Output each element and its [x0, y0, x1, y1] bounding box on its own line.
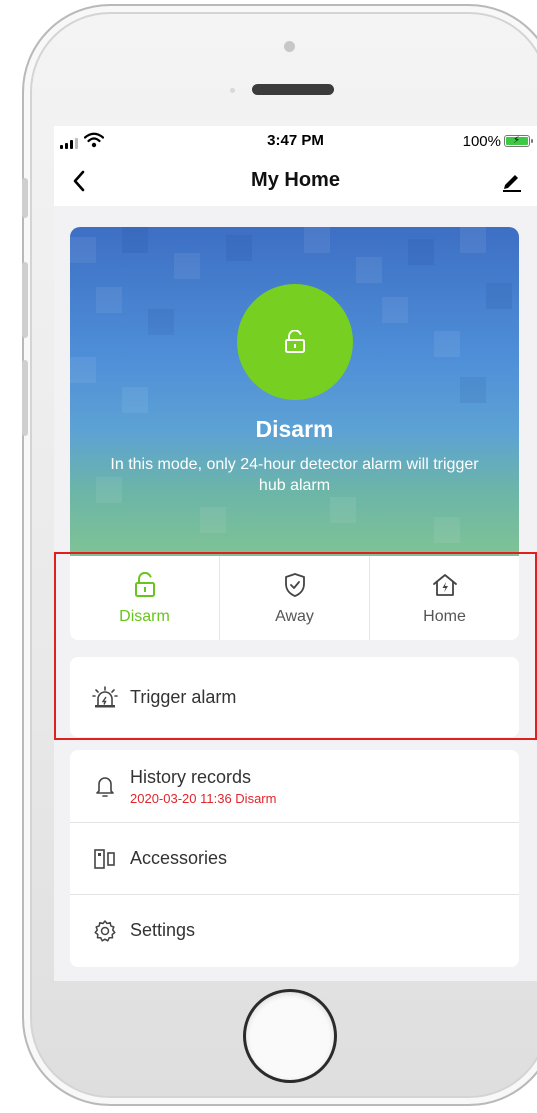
settings-row[interactable]: Settings — [70, 894, 519, 966]
history-records-label: History records — [130, 766, 252, 787]
app-screen: 3:47 PM 100% ⚡ My Home Disarm In this mo… — [54, 126, 537, 981]
unlocked-lock-icon — [285, 330, 305, 353]
mute-switch — [22, 178, 28, 218]
home-button[interactable] — [243, 989, 337, 1083]
highlight-box — [54, 552, 537, 740]
edit-button[interactable] — [497, 166, 527, 196]
history-records-row[interactable]: History records 2020-03-20 11:36 Disarm — [70, 750, 519, 822]
mode-status-circle — [237, 284, 353, 400]
status-bar: 3:47 PM 100% ⚡ — [54, 126, 537, 156]
current-mode-title: Disarm — [255, 416, 334, 442]
pencil-icon — [503, 175, 521, 192]
mode-hero-card: Disarm In this mode, only 24-hour detect… — [70, 227, 519, 557]
volume-down-button — [22, 360, 28, 436]
current-mode-description: In this mode, only 24-hour detector alar… — [110, 456, 479, 494]
page-title: My Home — [251, 169, 340, 191]
accessories-row[interactable]: Accessories — [70, 822, 519, 894]
bell-icon — [92, 773, 118, 799]
earpiece-speaker — [252, 84, 334, 95]
settings-label: Settings — [130, 920, 196, 940]
volume-up-button — [22, 262, 28, 338]
menu-card: History records 2020-03-20 11:36 Disarm … — [70, 750, 519, 967]
front-camera — [284, 41, 295, 52]
accessories-label: Accessories — [130, 848, 228, 868]
accessories-sensor-icon — [92, 846, 118, 872]
proximity-sensor — [230, 88, 235, 93]
battery-percent: 100% — [462, 133, 501, 150]
battery-charging-icon: ⚡ — [504, 135, 533, 147]
nav-bar: My Home — [54, 156, 537, 206]
gear-icon — [92, 918, 118, 944]
history-last-record: 2020-03-20 11:36 Disarm — [130, 790, 277, 806]
